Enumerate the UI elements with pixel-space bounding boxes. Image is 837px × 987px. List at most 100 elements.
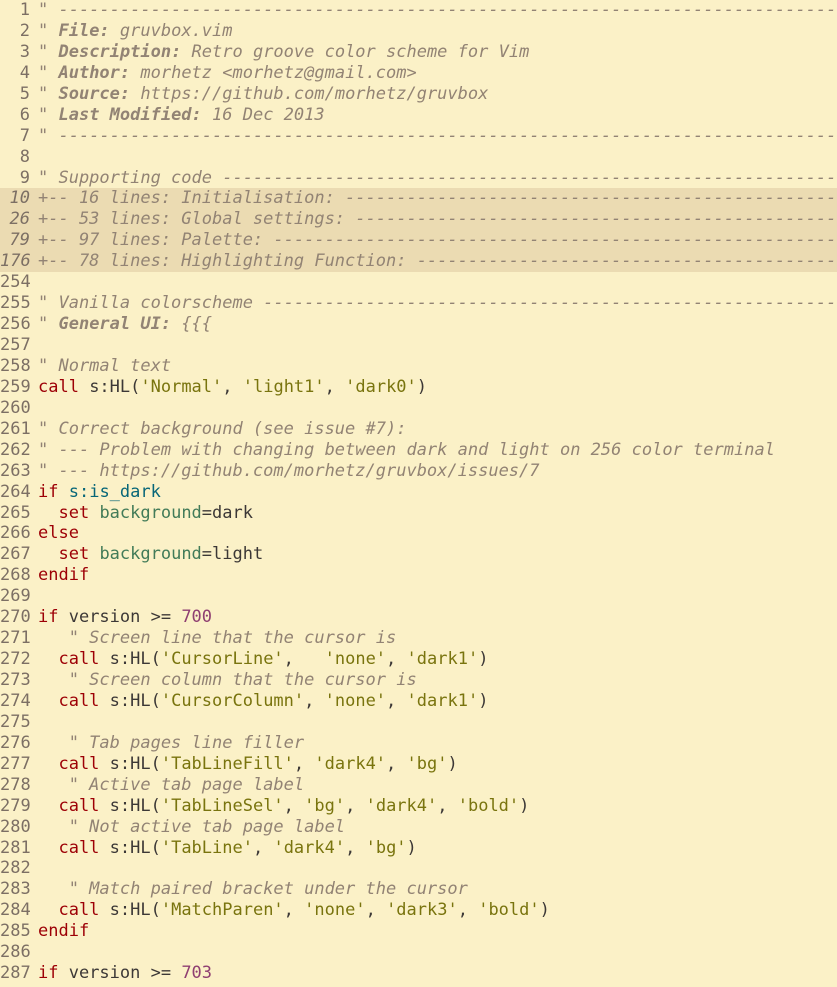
code-line: 275: [0, 712, 837, 733]
token-plain: s:HL(: [78, 376, 141, 397]
token-comment: " Screen line that the cursor is: [38, 628, 397, 649]
token-comment: " Correct background (see issue #7):: [38, 418, 407, 439]
token-plain: ,: [283, 795, 305, 816]
line-content: " Active tab page label: [38, 775, 304, 795]
line-number: 283: [0, 879, 31, 900]
token-string: 'dark4': [314, 753, 387, 774]
token-plain: version >=: [58, 963, 182, 984]
line-content: +-- 16 lines: Initialisation: ----------…: [38, 188, 837, 208]
code-line: 7 " -------------------------------------…: [0, 126, 837, 147]
token-fold: +-- 53 lines: Global settings: ---------…: [38, 209, 837, 230]
token-string: 'dark1': [406, 690, 479, 711]
token-keyword: call: [38, 753, 100, 774]
line-number: 286: [0, 942, 31, 963]
token-keyword: if: [38, 481, 59, 502]
line-number: 261: [0, 418, 31, 439]
token-plain: s:HL(: [99, 649, 161, 670]
code-line: 266 else: [0, 523, 837, 544]
token-comment: " Active tab page label: [38, 774, 305, 795]
token-plain: ,: [304, 690, 325, 711]
line-number: 5: [19, 83, 30, 104]
line-number: 278: [0, 774, 31, 795]
code-line: 280 " Not active tab page label: [0, 817, 837, 838]
token-fold: +-- 78 lines: Highlighting Function: ---…: [38, 251, 837, 272]
line-number: 4: [19, 62, 30, 83]
token-string: 'none': [324, 690, 387, 711]
token-string: 'bg': [365, 837, 407, 858]
line-content: " Supporting code ----------------------…: [38, 168, 837, 188]
code-line: 264 if s:is_dark: [0, 482, 837, 503]
token-string: 'none': [324, 649, 387, 670]
token-plain: ): [539, 900, 550, 921]
line-content: " Vanilla colorscheme ------------------…: [38, 293, 837, 313]
code-line: 256 " General UI: {{{: [0, 314, 837, 335]
token-string: 'none': [304, 900, 366, 921]
code-line: 254: [0, 272, 837, 293]
fold-line[interactable]: 79 +-- 97 lines: Palette: ---------------…: [0, 230, 837, 252]
line-number: 284: [0, 900, 31, 921]
line-content: " --------------------------------------…: [38, 0, 837, 20]
token-plain: s:HL(: [99, 690, 161, 711]
code-line: 271 " Screen line that the cursor is: [0, 628, 837, 649]
token-comment: ": [38, 314, 59, 335]
line-content: " Not active tab page label: [38, 817, 345, 837]
code-line: 278 " Active tab page label: [0, 775, 837, 796]
token-keyword: endif: [38, 565, 90, 586]
line-content: " File: gruvbox.vim: [38, 21, 233, 41]
token-comment: " Screen column that the cursor is: [38, 670, 417, 690]
line-number: 287: [0, 963, 31, 984]
token-comment: " --- Problem with changing between dark…: [38, 439, 775, 460]
line-content: if version >= 700: [38, 607, 212, 627]
token-commentbold: Description:: [58, 41, 182, 62]
token-keyword: set: [38, 502, 90, 523]
code-editor[interactable]: 1 " -------------------------------------…: [0, 0, 837, 987]
token-keyword: call: [38, 376, 79, 397]
token-comment: " Supporting code ----------------------…: [38, 167, 837, 188]
code-line: 6 " Last Modified: 16 Dec 2013: [0, 105, 837, 126]
code-line: 8: [0, 147, 837, 168]
token-string: 'dark3': [386, 900, 458, 921]
token-plain: ,: [293, 753, 315, 774]
token-commentbold: Source:: [58, 83, 131, 104]
token-plain: ): [519, 795, 530, 816]
line-content: if s:is_dark: [38, 482, 161, 502]
fold-line[interactable]: 10 +-- 16 lines: Initialisation: --------…: [0, 188, 837, 210]
token-commentbold: Author:: [58, 62, 131, 83]
line-number: 10: [9, 188, 30, 209]
token-plain: ): [416, 376, 428, 397]
line-content: if version >= 703: [38, 963, 212, 983]
token-fold: +-- 16 lines: Initialisation: ----------…: [38, 188, 837, 209]
code-line: 4 " Author: morhetz <morhetz@gmail.com>: [0, 63, 837, 84]
token-keyword: endif: [38, 921, 90, 942]
token-string: 'dark0': [345, 376, 417, 397]
token-commentbold: General UI:: [58, 314, 172, 335]
token-keyword: call: [38, 795, 100, 816]
token-comment: " --- https://github.com/morhetz/gruvbox…: [38, 460, 540, 481]
line-content: " Normal text: [38, 356, 171, 376]
line-number: 271: [0, 628, 31, 649]
code-line: 267 set background=light: [0, 544, 837, 565]
token-string: 'TabLineSel': [160, 795, 284, 816]
fold-line[interactable]: 176 +-- 78 lines: Highlighting Function: …: [0, 251, 837, 273]
line-number: 276: [0, 732, 31, 753]
line-number: 274: [0, 690, 31, 711]
code-line: 260: [0, 398, 837, 419]
token-keyword: if: [38, 963, 59, 984]
line-content: call s:HL('TabLine', 'dark4', 'bg'): [38, 837, 416, 858]
line-content: +-- 78 lines: Highlighting Function: ---…: [38, 251, 837, 271]
line-number: 1: [19, 0, 30, 20]
line-content: call s:HL('TabLineSel', 'bg', 'dark4', '…: [38, 796, 529, 816]
token-comment: morhetz <morhetz@gmail.com>: [130, 62, 417, 83]
line-content: set background=light: [38, 544, 263, 564]
line-number: 279: [0, 795, 31, 816]
line-number: 9: [19, 167, 30, 188]
token-string: 'MatchParen': [160, 900, 284, 921]
code-line: 283 " Match paired bracket under the cur…: [0, 879, 837, 900]
code-line: 268 endif: [0, 565, 837, 586]
token-string: 'bold': [457, 795, 520, 816]
line-number: 285: [0, 921, 31, 942]
line-number: 26: [9, 209, 30, 230]
token-plain: ): [447, 753, 458, 774]
fold-line[interactable]: 26 +-- 53 lines: Global settings: -------…: [0, 209, 837, 231]
